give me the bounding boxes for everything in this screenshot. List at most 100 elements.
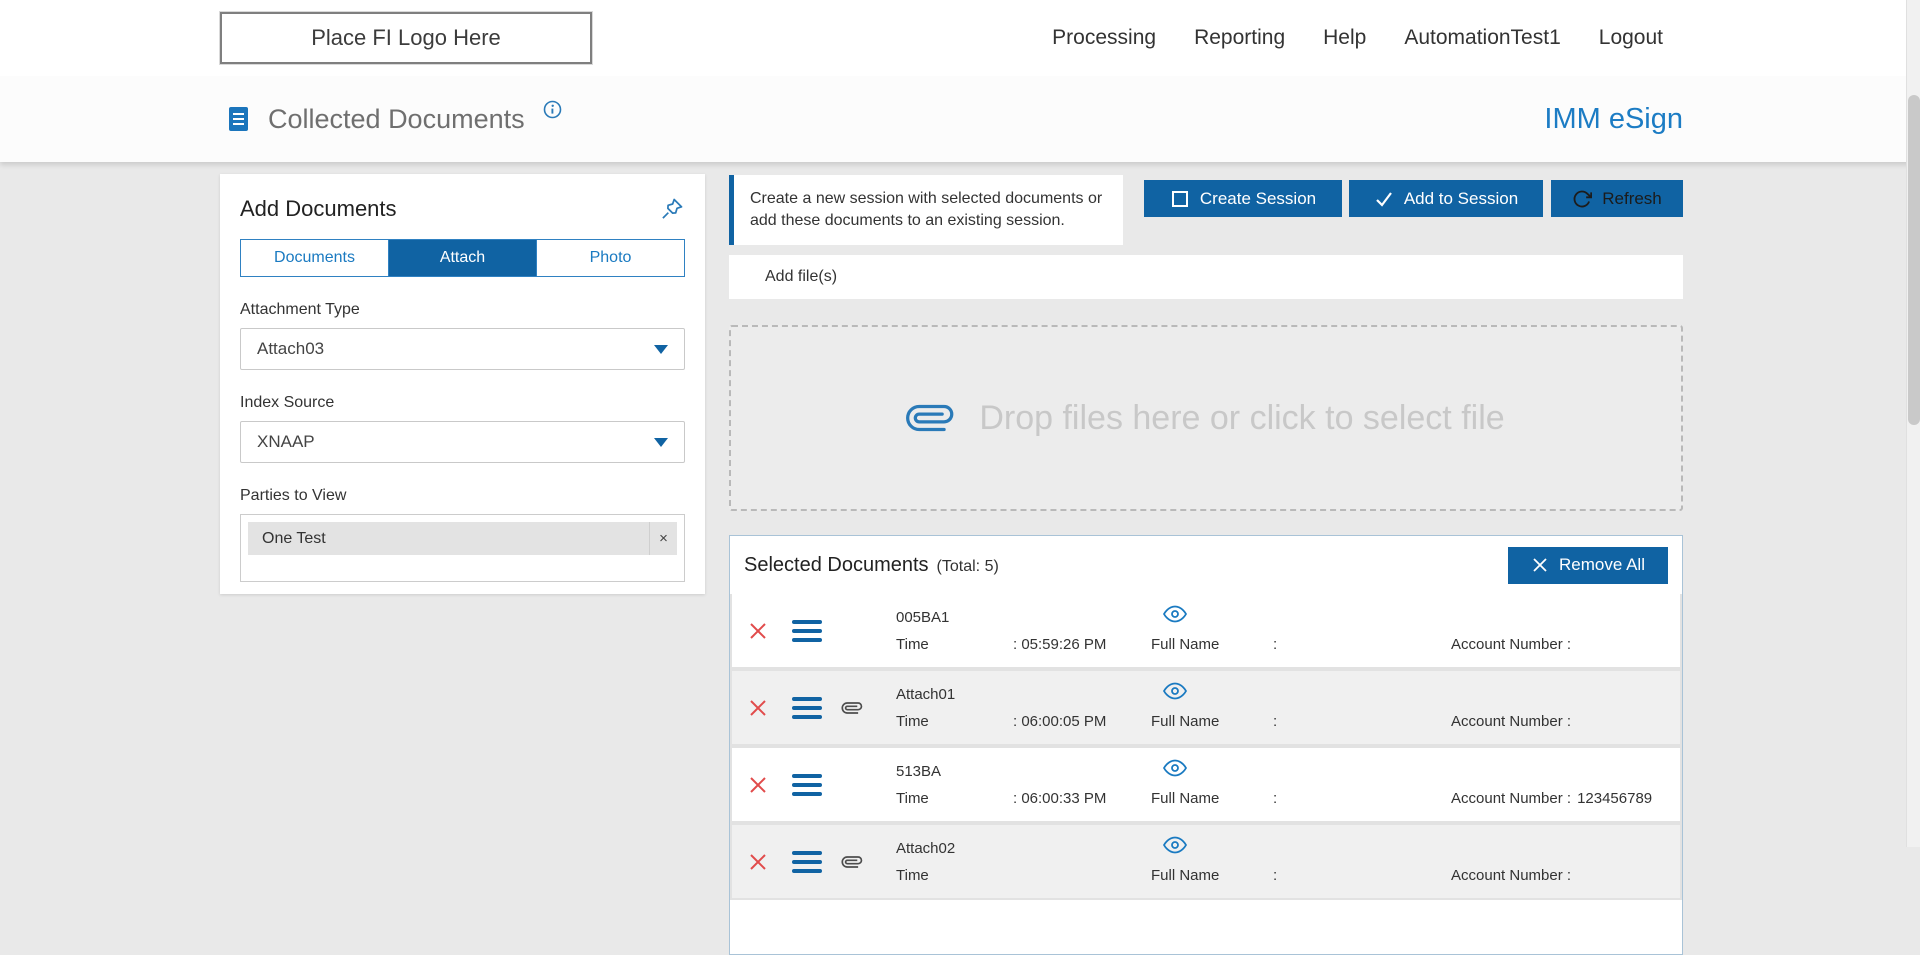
attachment-type-value: Attach03 [257,339,324,359]
time-value: : 06:00:05 PM [1013,711,1106,733]
check-icon [1374,189,1394,209]
time-label: Time [896,634,1013,656]
remove-all-button[interactable]: Remove All [1508,547,1668,584]
full-name-label: Full Name [1151,865,1273,887]
attachment-indicator [830,748,874,821]
delete-document-icon[interactable] [732,671,784,744]
table-row: Attach01 Time : 06:00:05 PM Full Name : [732,671,1680,744]
collected-documents-icon [224,104,254,134]
file-dropzone[interactable]: Drop files here or click to select file [729,325,1683,511]
account-number-label: Account Number : [1451,788,1571,810]
delete-document-icon[interactable] [732,748,784,821]
account-number-label: Account Number : [1451,634,1571,656]
selected-documents-total: (Total: 5) [937,558,999,576]
refresh-label: Refresh [1602,189,1662,209]
full-name-label: Full Name [1151,711,1273,733]
add-files-label: Add file(s) [765,268,837,286]
tab-documents[interactable]: Documents [241,240,389,276]
tab-photo[interactable]: Photo [537,240,684,276]
index-source-value: XNAAP [257,432,315,452]
attachment-type-label: Attachment Type [240,301,685,319]
drag-handle-icon[interactable] [784,594,830,667]
delete-document-icon[interactable] [732,594,784,667]
preview-eye-icon[interactable] [1151,756,1451,782]
add-documents-tabs: Documents Attach Photo [240,239,685,277]
remove-party-icon[interactable]: × [649,522,677,555]
time-value: : 05:59:26 PM [1013,634,1106,656]
time-label: Time [896,865,1013,887]
table-row: Attach02 Time Full Name : [732,825,1680,898]
full-name-colon: : [1273,788,1277,810]
selected-documents-title: Selected Documents [744,554,929,577]
full-name-colon: : [1273,711,1277,733]
party-tag: One Test × [248,522,677,555]
drag-handle-icon[interactable] [784,671,830,744]
full-name-colon: : [1273,634,1277,656]
create-session-button[interactable]: Create Session [1144,180,1342,217]
top-navigation: Processing Reporting Help AutomationTest… [1052,0,1663,76]
scrollbar-thumb[interactable] [1908,95,1920,425]
account-number-label: Account Number : [1451,711,1571,733]
preview-eye-icon[interactable] [1151,833,1451,859]
index-source-select[interactable]: XNAAP [240,421,685,463]
add-documents-title: Add Documents [240,196,397,222]
index-source-label: Index Source [240,394,685,412]
brand-imm-esign: IMM eSign [1544,76,1683,162]
parties-to-view-label: Parties to View [240,487,685,505]
close-icon [1531,556,1549,574]
attachment-type-select[interactable]: Attach03 [240,328,685,370]
party-name: One Test [248,522,649,555]
preview-eye-icon[interactable] [1151,679,1451,705]
account-number-value: 123456789 [1577,788,1652,810]
delete-document-icon[interactable] [732,825,784,898]
vertical-scrollbar[interactable] [1906,0,1920,847]
info-icon[interactable] [543,100,562,119]
parties-list: One Test × [240,514,685,582]
session-note: Create a new session with selected docum… [729,175,1123,245]
drag-handle-icon[interactable] [784,748,830,821]
table-row: 513BA Time : 06:00:33 PM Full Name : [732,748,1680,821]
drag-handle-icon[interactable] [784,825,830,898]
document-title: 005BA1 [896,606,1151,630]
paperclip-icon [830,825,874,898]
nav-processing[interactable]: Processing [1052,26,1156,50]
account-number-label: Account Number : [1451,865,1571,887]
add-to-session-button[interactable]: Add to Session [1349,180,1543,217]
nav-help[interactable]: Help [1323,26,1366,50]
nav-logout[interactable]: Logout [1599,26,1663,50]
full-name-colon: : [1273,865,1277,887]
remove-all-label: Remove All [1559,555,1645,575]
full-name-label: Full Name [1151,634,1273,656]
pin-icon[interactable] [659,196,685,222]
document-title: Attach01 [896,683,1151,707]
add-files-button[interactable]: Add file(s) [729,255,1683,299]
page-title: Collected Documents [268,104,525,135]
paperclip-icon [898,385,963,450]
add-documents-panel: Add Documents Documents Attach Photo Att… [220,174,705,594]
preview-eye-icon[interactable] [1151,602,1451,628]
dropzone-text: Drop files here or click to select file [979,399,1504,438]
add-to-session-label: Add to Session [1404,189,1518,209]
document-list: 005BA1 Time : 05:59:26 PM Full Name : [730,594,1682,900]
document-title: Attach02 [896,837,1151,861]
top-bar: Place FI Logo Here Processing Reporting … [0,0,1920,76]
create-session-icon [1170,189,1190,209]
paperclip-icon [830,671,874,744]
chevron-down-icon [654,345,668,354]
tab-attach[interactable]: Attach [389,240,537,276]
nav-username[interactable]: AutomationTest1 [1404,26,1560,50]
table-row: 005BA1 Time : 05:59:26 PM Full Name : [732,594,1680,667]
nav-reporting[interactable]: Reporting [1194,26,1285,50]
page-header: Collected Documents IMM eSign [0,76,1920,162]
document-title: 513BA [896,760,1151,784]
time-value: : 06:00:33 PM [1013,788,1106,810]
chevron-down-icon [654,438,668,447]
create-session-label: Create Session [1200,189,1316,209]
refresh-button[interactable]: Refresh [1551,180,1683,217]
fi-logo-placeholder: Place FI Logo Here [220,12,592,64]
selected-documents-panel: Selected Documents (Total: 5) Remove All [729,535,1683,955]
fi-logo-text: Place FI Logo Here [311,25,501,51]
time-label: Time [896,711,1013,733]
attachment-indicator [830,594,874,667]
refresh-icon [1572,189,1592,209]
